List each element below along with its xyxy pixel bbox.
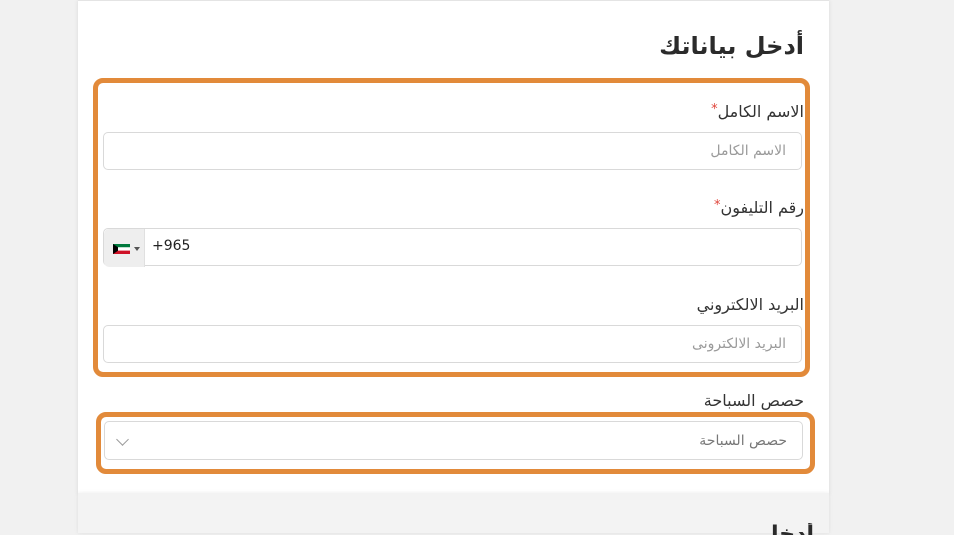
email-placeholder: البريد الالكترونى — [692, 336, 786, 352]
full-name-label: الاسم الكامل* — [711, 102, 804, 121]
next-section-card — [78, 493, 829, 533]
phone-label-text: رقم التليفون — [720, 198, 805, 217]
swimming-label: حصص السباحة — [704, 391, 804, 410]
chevron-down-icon — [134, 247, 140, 251]
dial-code: +965 — [152, 238, 191, 254]
chevron-down-icon — [116, 433, 129, 446]
swimming-selected-value: حصص السباحة — [699, 433, 787, 449]
country-code-dropdown[interactable] — [104, 229, 145, 267]
full-name-placeholder: الاسم الكامل — [710, 143, 786, 159]
full-name-label-text: الاسم الكامل — [717, 102, 804, 121]
next-section-heading: أدخل — [754, 523, 814, 535]
phone-label: رقم التليفون* — [714, 198, 804, 217]
email-label-text: البريد الالكتروني — [696, 295, 804, 314]
page-title: أدخل بياناتك — [659, 32, 804, 60]
email-label: البريد الالكتروني — [697, 295, 804, 314]
swimming-label-text: حصص السباحة — [703, 391, 804, 410]
swimming-select[interactable]: حصص السباحة — [104, 421, 803, 460]
kuwait-flag-icon — [113, 244, 130, 254]
email-input[interactable]: البريد الالكترونى — [103, 325, 802, 363]
full-name-input[interactable]: الاسم الكامل — [103, 132, 802, 170]
phone-input[interactable]: +965 — [103, 228, 802, 267]
